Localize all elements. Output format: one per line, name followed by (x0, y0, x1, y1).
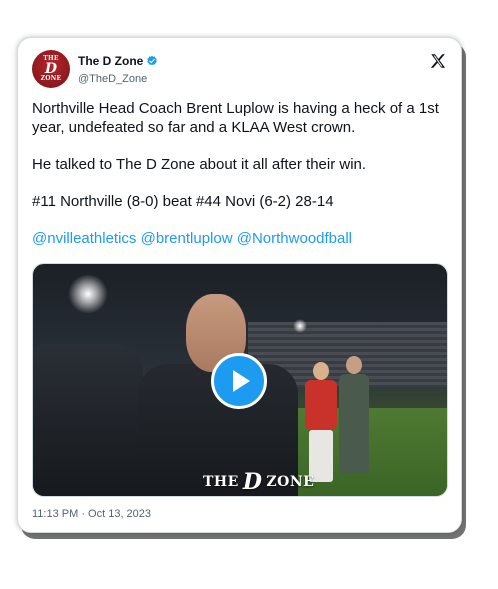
crowd (33, 344, 143, 496)
x-logo-icon[interactable] (429, 52, 447, 70)
avatar-text-mid: D (44, 61, 58, 77)
tweet-paragraph-3: #11 Northville (8-0) beat #44 Novi (6-2)… (32, 193, 334, 210)
verified-badge-icon (147, 55, 158, 66)
player-figure (305, 362, 337, 482)
tweet-mentions: @nvilleathletics @brentluplow @Northwood… (32, 229, 447, 248)
avatar[interactable]: THE D ZONE (32, 50, 70, 88)
play-button[interactable] (211, 353, 267, 409)
display-name-row[interactable]: The D Zone (78, 54, 158, 68)
tweet-header: THE D ZONE The D Zone @TheD_Zone (32, 50, 447, 88)
author-handle[interactable]: @TheD_Zone (78, 73, 158, 85)
author-info: The D Zone @TheD_Zone (78, 52, 158, 85)
tweet-paragraph-2: He talked to The D Zone about it all aft… (32, 156, 367, 173)
watermark-left: THE (203, 474, 239, 490)
tweet-text: Northville Head Coach Brent Luplow is ha… (32, 99, 447, 248)
tweet-timestamp[interactable]: 11:13 PM · Oct 13, 2023 (32, 508, 151, 520)
mention-brentluplow[interactable]: @brentluplow (141, 230, 233, 247)
person-figure (339, 356, 369, 476)
video-thumbnail[interactable]: THE D ZONE (32, 263, 448, 497)
video-watermark: THE D ZONE (203, 469, 314, 495)
stadium-light (68, 274, 108, 314)
mention-nvilleathletics[interactable]: @nvilleathletics (32, 230, 136, 247)
watermark-logo: D (242, 469, 263, 495)
mention-northwoodfball[interactable]: @Northwoodfball (237, 230, 352, 247)
avatar-text-bottom: ZONE (40, 75, 62, 82)
tweet-paragraph-1: Northville Head Coach Brent Luplow is ha… (32, 100, 439, 136)
tweet-card: THE D ZONE The D Zone @TheD_Zone Northvi… (17, 37, 462, 533)
display-name[interactable]: The D Zone (78, 54, 143, 68)
play-icon (233, 370, 250, 392)
watermark-right: ZONE (266, 474, 315, 490)
